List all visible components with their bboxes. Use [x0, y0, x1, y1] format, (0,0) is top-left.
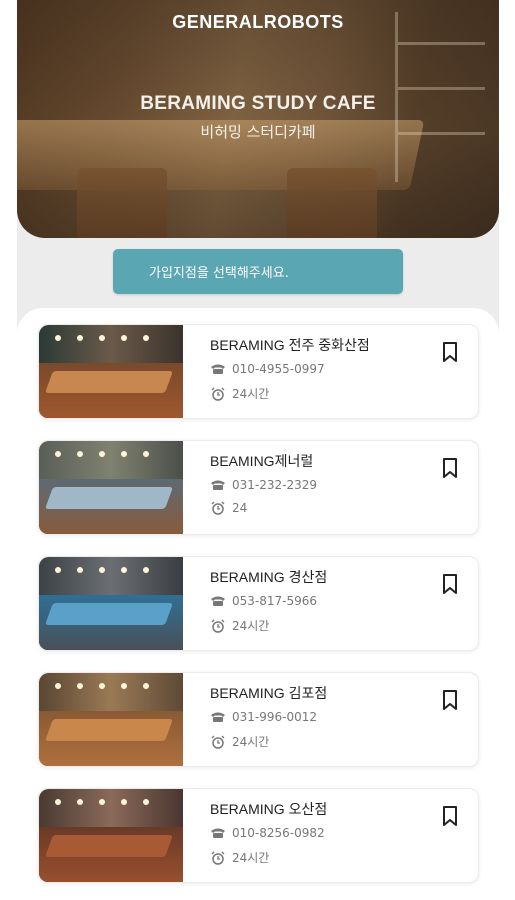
bookmark-icon[interactable] — [440, 573, 460, 595]
app-screen: GENERALROBOTS BERAMING STUDY CAFE 비허밍 스터… — [17, 0, 499, 900]
store-phone-row: 031-996-0012 — [210, 710, 317, 724]
page-title: BERAMING STUDY CAFE — [140, 93, 376, 114]
telephone-icon — [211, 480, 225, 490]
bookmark-icon[interactable] — [440, 457, 460, 479]
page-subtitle: 비허밍 스터디카페 — [200, 123, 316, 141]
store-hours: 24시간 — [232, 619, 270, 633]
store-name: BERAMING 김포점 — [210, 685, 328, 701]
store-phone: 031-996-0012 — [232, 710, 318, 724]
bookmark-icon[interactable] — [440, 805, 460, 827]
store-phone-row: 010-8256-0982 — [210, 826, 325, 840]
store-hours: 24시간 — [232, 735, 270, 749]
store-phone: 053-817-5966 — [232, 594, 318, 608]
store-hours: 24 — [232, 501, 248, 515]
store-hours-row: 24시간 — [210, 733, 269, 750]
store-phone: 010-4955-0997 — [232, 362, 325, 376]
select-branch-label: 가입지점을 선택해주세요. — [149, 266, 289, 281]
telephone-icon — [211, 364, 225, 374]
bookmark-icon[interactable] — [440, 689, 460, 711]
alarm-clock-icon — [211, 735, 225, 749]
telephone-icon — [211, 712, 225, 722]
store-phone: 031-232-2329 — [232, 478, 318, 492]
store-name: BERAMING 오산점 — [210, 801, 328, 817]
store-thumbnail — [39, 789, 183, 882]
store-card[interactable]: BERAMING 경산점 053-817-5966 24시간 — [38, 556, 479, 651]
store-hours-row: 24시간 — [210, 617, 269, 634]
hero-chair-image — [287, 168, 377, 238]
store-phone-row: 010-4955-0997 — [210, 362, 325, 376]
hero-banner: GENERALROBOTS BERAMING STUDY CAFE 비허밍 스터… — [17, 0, 499, 238]
telephone-icon — [211, 828, 225, 838]
store-hours-row: 24시간 — [210, 385, 269, 402]
store-phone-row: 031-232-2329 — [210, 478, 317, 492]
store-hours-row: 24 — [210, 501, 247, 515]
alarm-clock-icon — [211, 851, 225, 865]
store-phone-row: 053-817-5966 — [210, 594, 317, 608]
store-card[interactable]: BEAMING제너럴 031-232-2329 24 — [38, 440, 479, 535]
store-card[interactable]: BERAMING 전주 중화산점 010-4955-0997 24시간 — [38, 324, 479, 419]
store-name: BEAMING제너럴 — [210, 453, 314, 469]
store-thumbnail — [39, 325, 183, 418]
alarm-clock-icon — [211, 619, 225, 633]
store-list: BERAMING 전주 중화산점 010-4955-0997 24시간 BEAM… — [17, 308, 499, 900]
select-branch-button[interactable]: 가입지점을 선택해주세요. — [113, 249, 403, 294]
alarm-clock-icon — [211, 387, 225, 401]
hero-chair-image — [77, 168, 167, 238]
bookmark-icon[interactable] — [440, 341, 460, 363]
store-thumbnail — [39, 673, 183, 766]
store-hours: 24시간 — [232, 851, 270, 865]
telephone-icon — [211, 596, 225, 606]
store-card[interactable]: BERAMING 김포점 031-996-0012 24시간 — [38, 672, 479, 767]
store-name: BERAMING 전주 중화산점 — [210, 337, 370, 353]
store-hours: 24시간 — [232, 387, 270, 401]
store-hours-row: 24시간 — [210, 849, 269, 866]
store-name: BERAMING 경산점 — [210, 569, 328, 585]
store-card[interactable]: BERAMING 오산점 010-8256-0982 24시간 — [38, 788, 479, 883]
alarm-clock-icon — [211, 501, 225, 515]
store-thumbnail — [39, 441, 183, 534]
store-phone: 010-8256-0982 — [232, 826, 325, 840]
brand-name: GENERALROBOTS — [172, 12, 344, 32]
store-thumbnail — [39, 557, 183, 650]
